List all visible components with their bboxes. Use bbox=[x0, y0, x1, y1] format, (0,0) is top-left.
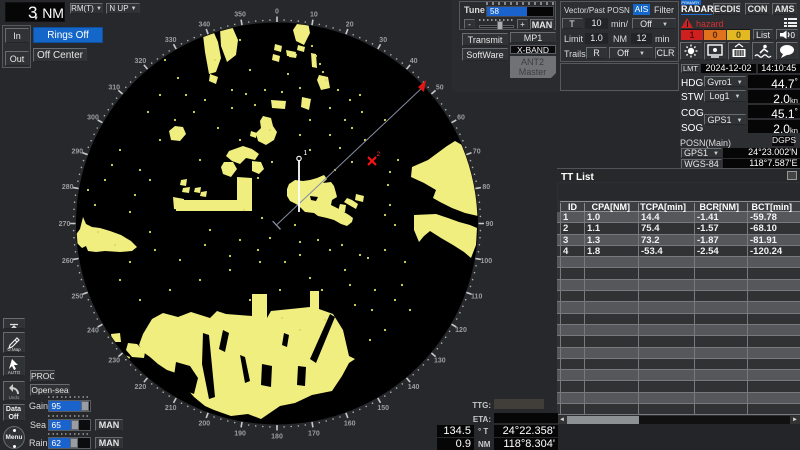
svg-text:150: 150 bbox=[377, 405, 389, 412]
svg-text:350: 350 bbox=[234, 12, 246, 19]
svg-text:140: 140 bbox=[408, 384, 420, 391]
svg-text:170: 170 bbox=[308, 430, 320, 437]
svg-text:220: 220 bbox=[135, 384, 147, 391]
svg-text:340: 340 bbox=[198, 21, 210, 28]
svg-text:80: 80 bbox=[482, 184, 490, 191]
svg-text:250: 250 bbox=[71, 294, 83, 301]
svg-text:290: 290 bbox=[71, 148, 83, 155]
svg-text:50: 50 bbox=[436, 84, 444, 91]
svg-text:110: 110 bbox=[471, 294, 482, 301]
svg-text:230: 230 bbox=[108, 358, 120, 365]
svg-text:280: 280 bbox=[62, 184, 74, 191]
svg-text:200: 200 bbox=[198, 421, 210, 428]
svg-text:1: 1 bbox=[304, 150, 308, 157]
svg-text:10: 10 bbox=[310, 12, 318, 19]
svg-text:330: 330 bbox=[165, 37, 177, 44]
svg-text:180: 180 bbox=[271, 434, 283, 441]
svg-text:AUTO: AUTO bbox=[7, 370, 20, 375]
svg-text:2: 2 bbox=[377, 151, 381, 158]
svg-text:130: 130 bbox=[434, 358, 446, 365]
svg-text:Undo: Undo bbox=[8, 395, 19, 400]
svg-text:120: 120 bbox=[455, 327, 467, 334]
svg-text:30: 30 bbox=[379, 37, 387, 44]
svg-text:160: 160 bbox=[344, 421, 356, 428]
svg-text:210: 210 bbox=[165, 405, 177, 412]
svg-text:40: 40 bbox=[410, 58, 418, 65]
svg-text:260: 260 bbox=[62, 258, 74, 265]
svg-text:70: 70 bbox=[473, 148, 481, 155]
svg-text:100: 100 bbox=[480, 258, 492, 265]
svg-text:0: 0 bbox=[275, 9, 279, 16]
svg-text:20: 20 bbox=[346, 21, 354, 28]
svg-text:190: 190 bbox=[234, 430, 246, 437]
svg-text:0: 0 bbox=[791, 31, 796, 40]
svg-text:240: 240 bbox=[87, 327, 99, 334]
svg-text:90: 90 bbox=[486, 221, 494, 228]
svg-text:310: 310 bbox=[108, 84, 120, 91]
svg-text:270: 270 bbox=[59, 221, 71, 228]
svg-text:320: 320 bbox=[135, 58, 147, 65]
svg-text:60: 60 bbox=[457, 115, 465, 122]
svg-text:U.Map: U.Map bbox=[7, 347, 21, 352]
svg-text:300: 300 bbox=[87, 115, 99, 122]
